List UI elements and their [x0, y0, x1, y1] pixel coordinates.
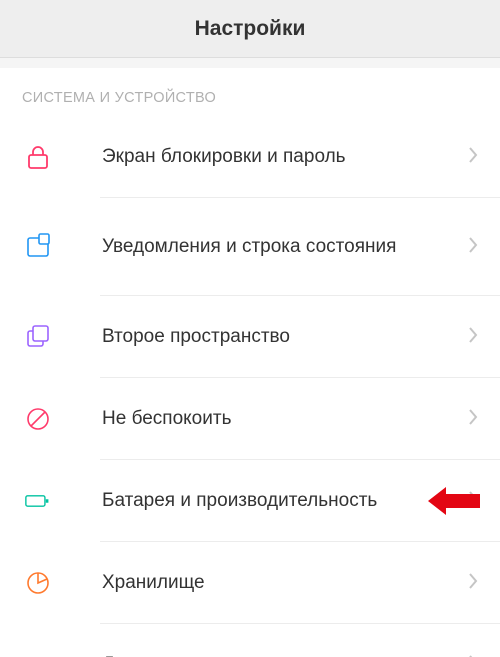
section-header-system: СИСТЕМА И УСТРОЙСТВО — [0, 68, 500, 116]
chevron-right-icon — [468, 490, 478, 513]
battery-icon — [22, 485, 54, 517]
section-header-label: СИСТЕМА И УСТРОЙСТВО — [22, 90, 216, 106]
chevron-right-icon — [468, 654, 478, 657]
lock-icon — [22, 141, 54, 173]
gap — [0, 58, 500, 68]
storage-pie-icon — [22, 567, 54, 599]
chevron-right-icon — [468, 408, 478, 431]
row-second-space[interactable]: Второе пространство — [0, 296, 500, 378]
row-label: Второе пространство — [102, 325, 468, 349]
row-lock-screen[interactable]: Экран блокировки и пароль — [0, 116, 500, 198]
chevron-right-icon — [468, 146, 478, 169]
header: Настройки — [0, 0, 500, 58]
do-not-disturb-icon — [22, 403, 54, 435]
settings-list: СИСТЕМА И УСТРОЙСТВО Экран блокировки и … — [0, 68, 500, 657]
row-label: Не беспокоить — [102, 407, 468, 431]
row-more[interactable]: Дополнительно — [0, 624, 500, 657]
row-do-not-disturb[interactable]: Не беспокоить — [0, 378, 500, 460]
row-label: Экран блокировки и пароль — [102, 145, 468, 169]
chevron-right-icon — [468, 236, 478, 259]
page-title: Настройки — [195, 17, 306, 41]
more-dots-icon — [22, 649, 54, 657]
row-label: Дополнительно — [102, 653, 468, 657]
notification-bar-icon — [22, 231, 54, 263]
row-notifications[interactable]: Уведомления и строка состояния — [0, 198, 500, 296]
chevron-right-icon — [468, 326, 478, 349]
row-battery-performance[interactable]: Батарея и производительность — [0, 460, 500, 542]
row-label: Уведомления и строка состояния — [102, 235, 468, 259]
row-label: Батарея и производительность — [102, 489, 468, 513]
row-label: Хранилище — [102, 571, 468, 595]
chevron-right-icon — [468, 572, 478, 595]
duplicate-icon — [22, 321, 54, 353]
row-storage[interactable]: Хранилище — [0, 542, 500, 624]
